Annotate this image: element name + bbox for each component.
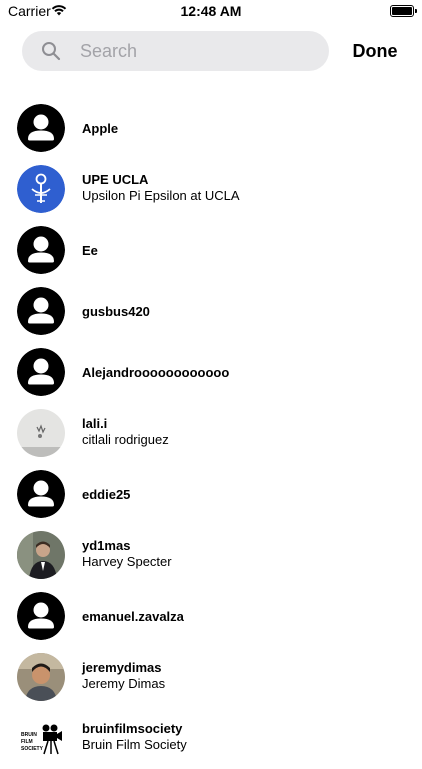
status-bar: Carrier 12:48 AM xyxy=(0,0,422,22)
photo-avatar xyxy=(17,653,65,701)
default-avatar-icon xyxy=(17,470,65,518)
contact-name: Ee xyxy=(82,243,98,258)
list-item[interactable]: lali.i citlali rodriguez xyxy=(0,403,422,464)
default-avatar-icon xyxy=(17,592,65,640)
battery-icon xyxy=(390,5,417,17)
svg-text:BRUIN: BRUIN xyxy=(21,732,37,738)
svg-text:SOCIETY: SOCIETY xyxy=(21,746,44,752)
list-item[interactable]: Alejandroooooooooooo xyxy=(0,342,422,403)
contact-subtitle: Upsilon Pi Epsilon at UCLA xyxy=(82,188,240,203)
list-item[interactable]: emanuel.zavalza xyxy=(0,586,422,647)
contact-name: Alejandroooooooooooo xyxy=(82,365,230,380)
search-input[interactable] xyxy=(80,31,320,71)
list-item[interactable]: Apple xyxy=(0,98,422,159)
contact-subtitle: Jeremy Dimas xyxy=(82,676,166,691)
contact-subtitle: Harvey Specter xyxy=(82,554,172,569)
contact-name: Apple xyxy=(82,121,119,136)
default-avatar-icon xyxy=(17,226,65,274)
contact-name: eddie25 xyxy=(82,487,131,502)
default-avatar-icon xyxy=(17,287,65,335)
upe-logo-avatar xyxy=(17,165,65,213)
contact-name: gusbus420 xyxy=(82,304,150,319)
bruin-film-society-logo: BRUIN FILM SOCIETY xyxy=(17,714,65,762)
list-item[interactable]: jeremydimas Jeremy Dimas xyxy=(0,647,422,708)
search-icon xyxy=(42,42,61,61)
list-item[interactable]: UPE UCLA Upsilon Pi Epsilon at UCLA xyxy=(0,159,422,220)
contact-name: lali.i xyxy=(82,416,108,431)
contact-name: UPE UCLA xyxy=(82,172,149,187)
done-button[interactable]: Done xyxy=(340,36,410,66)
default-avatar-icon xyxy=(17,348,65,396)
contact-name: jeremydimas xyxy=(82,660,162,675)
photo-avatar xyxy=(17,409,65,457)
contact-subtitle: citlali rodriguez xyxy=(82,432,169,447)
contact-name: yd1mas xyxy=(82,538,131,553)
contact-list: Apple UPE UCLA Upsilon Pi Epsilon at UCL… xyxy=(0,98,422,769)
svg-text:FILM: FILM xyxy=(21,739,33,745)
list-item[interactable]: eddie25 xyxy=(0,464,422,525)
list-item[interactable]: yd1mas Harvey Specter xyxy=(0,525,422,586)
photo-avatar xyxy=(17,531,65,579)
contact-name: bruinfilmsociety xyxy=(82,721,183,736)
status-time: 12:48 AM xyxy=(180,3,242,19)
default-avatar-icon xyxy=(17,104,65,152)
list-item[interactable]: Ee xyxy=(0,220,422,281)
list-item[interactable]: BRUIN FILM SOCIETY bruinfilmsociety Bruin … xyxy=(0,708,422,769)
list-item[interactable]: gusbus420 xyxy=(0,281,422,342)
contact-name: emanuel.zavalza xyxy=(82,609,184,624)
search-bar[interactable] xyxy=(22,31,329,71)
